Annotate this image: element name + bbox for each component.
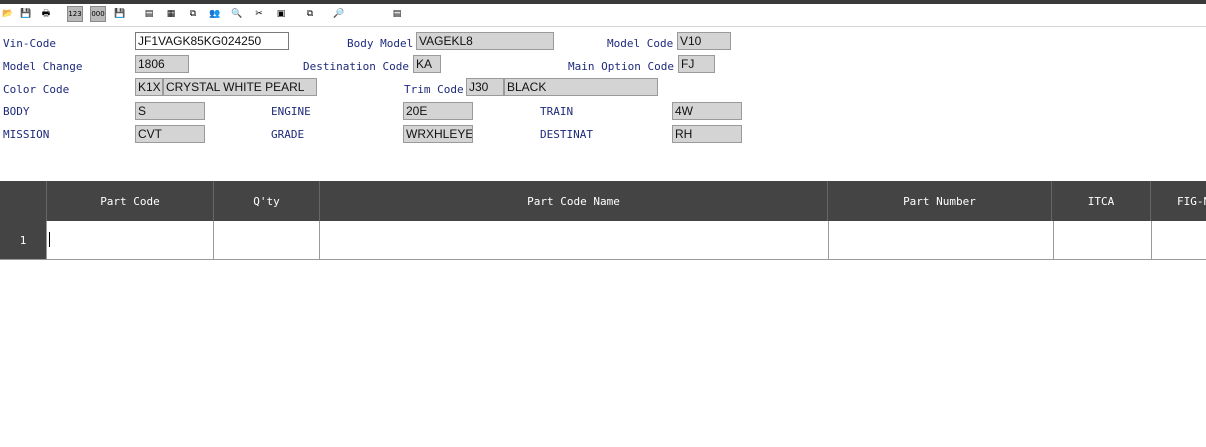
model-code-label: Model Code bbox=[607, 37, 674, 50]
trim-code-field: J30 bbox=[466, 78, 504, 96]
color-code-label: Color Code bbox=[3, 83, 70, 96]
print-icon[interactable]: 🖶 bbox=[38, 6, 54, 22]
table-icon[interactable]: ▦ bbox=[163, 6, 179, 22]
color-name-field: CRYSTAL WHITE PEARL bbox=[163, 78, 317, 96]
destination-code-field: KA bbox=[413, 55, 441, 73]
column-header-part-code[interactable]: Part Code bbox=[46, 181, 213, 221]
body-field: S bbox=[135, 102, 205, 120]
check-000-icon[interactable]: 000 bbox=[90, 6, 106, 22]
export-icon[interactable]: ▤ bbox=[389, 6, 405, 22]
destinat-field: RH bbox=[672, 125, 742, 143]
train-field: 4W bbox=[672, 102, 742, 120]
fig-n-cell[interactable] bbox=[1151, 221, 1206, 259]
open-icon[interactable]: 📂 bbox=[0, 6, 16, 22]
column-header-part-number[interactable]: Part Number bbox=[827, 181, 1051, 221]
body-model-field: VAGEKL8 bbox=[416, 32, 554, 50]
tools-icon[interactable]: ✂ bbox=[251, 6, 267, 22]
column-header-qty[interactable]: Q'ty bbox=[213, 181, 319, 221]
table-row: 1 bbox=[0, 221, 1206, 260]
check-123-icon[interactable]: 123 bbox=[67, 6, 83, 22]
mission-field: CVT bbox=[135, 125, 205, 143]
model-code-field: V10 bbox=[677, 32, 731, 50]
grade-field: WRXHLEYE bbox=[403, 125, 473, 143]
mission-label: MISSION bbox=[3, 128, 50, 141]
body-model-label: Body Model bbox=[347, 37, 414, 50]
trim-name-field: BLACK bbox=[504, 78, 658, 96]
toolbar: 📂 💾 🖶 123 000 💾 ▤ ▦ ⧉ 👥 🔍 ✂ ▣ ⧉ 🔎 ▤ bbox=[0, 4, 1206, 27]
copy-window-icon[interactable]: ⧉ bbox=[185, 6, 201, 22]
column-header-itca[interactable]: ITCA bbox=[1051, 181, 1150, 221]
save-icon[interactable]: 💾 bbox=[18, 6, 34, 22]
column-header-part-code-name[interactable]: Part Code Name bbox=[319, 181, 827, 221]
save-as-icon[interactable]: 💾 bbox=[112, 6, 128, 22]
vin-code-input[interactable]: JF1VAGK85KG024250 bbox=[135, 32, 289, 50]
engine-label: ENGINE bbox=[271, 105, 311, 118]
users-icon[interactable]: 👥 bbox=[207, 6, 223, 22]
main-option-code-field: FJ bbox=[678, 55, 715, 73]
text-caret bbox=[49, 232, 50, 247]
model-change-label: Model Change bbox=[3, 60, 83, 73]
model-change-field: 1806 bbox=[135, 55, 189, 73]
calendar-icon[interactable]: ▣ bbox=[273, 6, 289, 22]
find-text-icon[interactable]: 🔍 bbox=[229, 6, 245, 22]
itca-cell[interactable] bbox=[1053, 221, 1151, 259]
part-number-cell[interactable] bbox=[828, 221, 1053, 259]
column-header-fig-n[interactable]: FIG-N bbox=[1150, 181, 1206, 221]
qty-cell[interactable] bbox=[213, 221, 319, 259]
document-icon[interactable]: ▤ bbox=[141, 6, 157, 22]
row-number: 1 bbox=[0, 221, 46, 259]
engine-field: 20E bbox=[403, 102, 473, 120]
parts-grid-header: Part Code Q'ty Part Code Name Part Numbe… bbox=[0, 181, 1206, 221]
part-code-name-cell[interactable] bbox=[319, 221, 828, 259]
destinat-label: DESTINAT bbox=[540, 128, 593, 141]
vin-code-label: Vin-Code bbox=[3, 37, 56, 50]
row-number-header bbox=[0, 181, 46, 221]
color-code-field: K1X bbox=[135, 78, 163, 96]
train-label: TRAIN bbox=[540, 105, 574, 118]
trim-code-label: Trim Code bbox=[404, 83, 464, 96]
part-code-cell[interactable] bbox=[46, 221, 213, 259]
destination-code-label: Destination Code bbox=[303, 60, 409, 73]
windows-icon[interactable]: ⧉ bbox=[302, 6, 318, 22]
body-label: BODY bbox=[3, 105, 30, 118]
zoom-doc-icon[interactable]: 🔎 bbox=[331, 6, 347, 22]
grade-label: GRADE bbox=[271, 128, 305, 141]
main-option-code-label: Main Option Code bbox=[568, 60, 674, 73]
